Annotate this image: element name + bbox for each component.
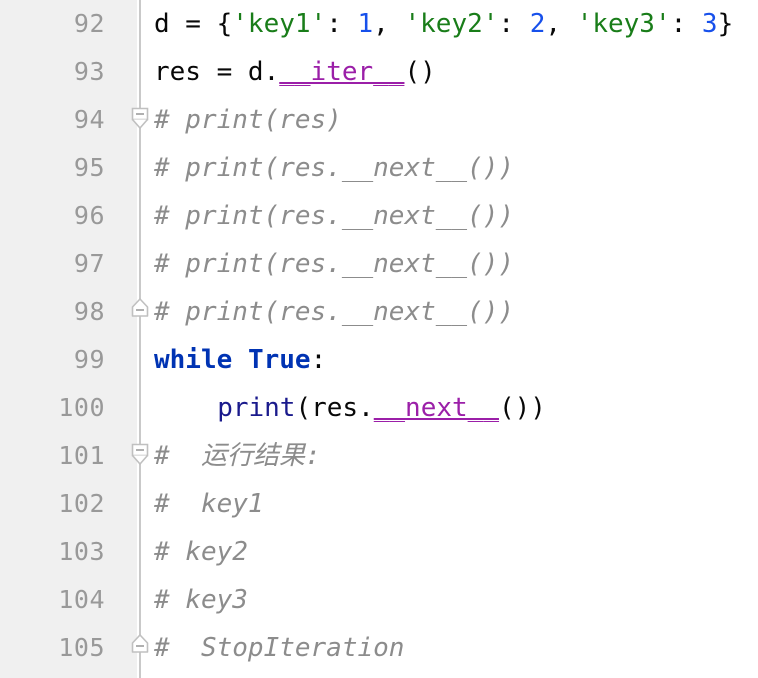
token-plain: (res. [295,393,374,423]
code-line-text[interactable]: res = d.__iter__() [154,48,436,96]
token-builtin: print [217,393,296,423]
code-editor[interactable]: 92 d = {'key1': 1, 'key2': 2, 'key3': 3} 9… [0,0,758,678]
code-line[interactable]: 94 # print(res) [0,96,758,144]
fold-end-icon[interactable] [128,633,152,663]
line-number[interactable]: 103 [0,528,105,576]
token-plain: : [670,9,702,39]
code-line-text[interactable]: print(res.__next__()) [217,384,546,432]
token-plain: () [404,57,436,87]
token-comment: # print(res.__next__()) [154,249,515,279]
line-number[interactable]: 96 [0,192,105,240]
token-number: 1 [357,9,374,39]
token-plain: , [545,9,577,39]
token-plain: : [326,9,358,39]
token-plain: res = d. [154,57,280,87]
line-number[interactable]: 101 [0,432,105,480]
code-line-text[interactable]: # print(res.__next__()) [154,288,514,336]
fold-end-icon[interactable] [128,297,152,327]
token-string: 'key1' [232,9,327,39]
token-comment: # print(res.__next__()) [154,297,515,327]
fold-collapse-icon[interactable] [128,441,152,471]
code-line[interactable]: 102 # key1 [0,480,758,528]
line-number[interactable]: 95 [0,144,105,192]
token-comment: # 运行结果: [154,441,321,471]
token-comment: # key3 [154,585,248,615]
line-number[interactable]: 94 [0,96,105,144]
token-comment: # StopIteration [154,633,405,663]
code-line-text[interactable]: # key2 [154,528,248,576]
code-line-text[interactable]: # print(res) [154,96,342,144]
token-comment: # key1 [154,489,264,519]
token-number: 2 [529,9,546,39]
code-line[interactable]: 101 # 运行结果: [0,432,758,480]
line-number[interactable]: 100 [0,384,105,432]
token-comment: # print(res) [154,105,342,135]
line-number[interactable]: 92 [0,0,105,48]
code-line-text[interactable]: # print(res.__next__()) [154,144,514,192]
code-line[interactable]: 92 d = {'key1': 1, 'key2': 2, 'key3': 3} [0,0,758,48]
token-comment: # print(res.__next__()) [154,153,515,183]
code-line[interactable]: 103 # key2 [0,528,758,576]
code-line-text[interactable]: # StopIteration [154,624,404,672]
token-comment: # print(res.__next__()) [154,201,515,231]
code-line[interactable]: 105 # StopIteration [0,624,758,672]
token-string: 'key3' [576,9,671,39]
token-dunder: __iter__ [279,57,405,87]
token-keyword: True [247,345,311,375]
code-line-text[interactable]: d = {'key1': 1, 'key2': 2, 'key3': 3} [154,0,733,48]
code-line-text[interactable]: # key3 [154,576,248,624]
code-line-text[interactable]: # print(res.__next__()) [154,192,514,240]
token-keyword: while [154,345,233,375]
line-number[interactable]: 98 [0,288,105,336]
code-line-text[interactable]: while True: [154,336,326,384]
line-number[interactable]: 93 [0,48,105,96]
code-line-text[interactable]: # key1 [154,480,264,528]
token-number: 3 [701,9,718,39]
code-line-text[interactable]: # 运行结果: [154,432,321,480]
token-comment: # key2 [154,537,248,567]
token-plain: : [310,345,327,375]
code-line[interactable]: 100 print(res.__next__()) [0,384,758,432]
token-plain: } [717,9,734,39]
code-line[interactable]: 98 # print(res.__next__()) [0,288,758,336]
line-number[interactable]: 99 [0,336,105,384]
token-plain: : [498,9,530,39]
code-line[interactable]: 93 res = d.__iter__() [0,48,758,96]
token-plain: d = { [154,9,233,39]
code-line[interactable]: 95 # print(res.__next__()) [0,144,758,192]
fold-collapse-icon[interactable] [128,105,152,135]
line-number[interactable]: 102 [0,480,105,528]
line-number[interactable]: 104 [0,576,105,624]
code-line[interactable]: 104 # key3 [0,576,758,624]
token-plain: ()) [498,393,546,423]
code-line[interactable]: 97 # print(res.__next__()) [0,240,758,288]
token-string: 'key2' [404,9,499,39]
code-line-text[interactable]: # print(res.__next__()) [154,240,514,288]
code-line[interactable]: 99 while True: [0,336,758,384]
line-number[interactable]: 105 [0,624,105,672]
code-line[interactable]: 96 # print(res.__next__()) [0,192,758,240]
line-number[interactable]: 97 [0,240,105,288]
token-plain: , [373,9,405,39]
token-dunder: __next__ [373,393,499,423]
